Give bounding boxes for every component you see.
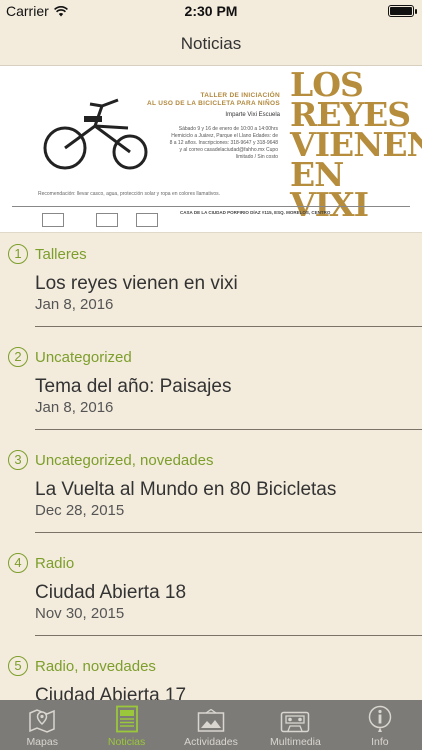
picture-icon bbox=[197, 709, 225, 732]
newspaper-icon bbox=[115, 705, 138, 733]
tab-label: Actividades bbox=[184, 736, 238, 748]
banner-headline: TALLER DE INICIACIÓN AL USO DE LA BICICL… bbox=[130, 92, 280, 108]
sponsor-logo bbox=[136, 213, 158, 227]
banner-details: Sábado 9 y 16 de enero de 10:00 a 14:00h… bbox=[169, 126, 278, 160]
item-title: Ciudad Abierta 18 bbox=[35, 582, 187, 603]
banner-headline-2: AL USO DE LA BICICLETA PARA NIÑOS bbox=[146, 100, 280, 107]
item-title: La Vuelta al Mundo en 80 Bicicletas bbox=[35, 479, 337, 500]
divider bbox=[35, 532, 422, 533]
item-title: Ciudad Abierta 17 bbox=[35, 685, 187, 700]
tab-actividades[interactable]: Actividades bbox=[169, 700, 253, 750]
item-category: Uncategorized, novedades bbox=[35, 452, 214, 469]
banner-address: CASA DE LA CIUDAD PORFIRIO DÍAZ #115, ES… bbox=[180, 210, 331, 215]
divider bbox=[35, 326, 422, 327]
status-bar: Carrier 2:30 PM bbox=[0, 0, 422, 22]
info-icon bbox=[368, 705, 392, 732]
tab-label: Multimedia bbox=[270, 736, 321, 748]
tab-mapas[interactable]: Mapas bbox=[0, 700, 84, 750]
banner-recommendation: Recomendación: llevar casco, agua, prote… bbox=[38, 191, 221, 197]
news-item[interactable]: 5 Radio, novedades Ciudad Abierta 17 bbox=[0, 645, 422, 700]
tab-label: Mapas bbox=[26, 736, 58, 748]
news-item[interactable]: 1 Talleres Los reyes vienen en vixi Jan … bbox=[0, 233, 422, 336]
item-date: Nov 30, 2015 bbox=[35, 605, 125, 622]
tab-label: Info bbox=[371, 736, 389, 748]
news-item[interactable]: 3 Uncategorized, novedades La Vuelta al … bbox=[0, 439, 422, 542]
tab-label: Noticias bbox=[107, 736, 146, 748]
item-category: Radio, novedades bbox=[35, 658, 156, 675]
featured-banner[interactable]: TALLER DE INICIACIÓN AL USO DE LA BICICL… bbox=[0, 66, 422, 233]
item-number-badge: 1 bbox=[8, 244, 28, 264]
page-title: Noticias bbox=[180, 33, 242, 53]
map-icon bbox=[29, 709, 55, 733]
battery-icon bbox=[388, 5, 417, 17]
item-title: Tema del año: Paisajes bbox=[35, 376, 232, 397]
item-date: Jan 8, 2016 bbox=[35, 296, 114, 313]
tab-bar: Mapas Noticias Actividades Multimedia In… bbox=[0, 700, 422, 750]
banner-big-title: Los reyes vienen en vixi bbox=[290, 66, 422, 224]
news-item[interactable]: 2 Uncategorized Tema del año: Paisajes J… bbox=[0, 336, 422, 439]
banner-headline-1: TALLER DE INICIACIÓN bbox=[200, 92, 280, 99]
banner-footer: CASA DE LA CIUDAD PORFIRIO DÍAZ #115, ES… bbox=[12, 206, 410, 230]
news-item[interactable]: 4 Radio Ciudad Abierta 18 Nov 30, 2015 bbox=[0, 542, 422, 645]
item-number-badge: 5 bbox=[8, 656, 28, 676]
sponsor-logo bbox=[96, 213, 118, 227]
item-category: Radio bbox=[35, 555, 75, 572]
item-date: Jan 8, 2016 bbox=[35, 399, 114, 416]
tab-multimedia[interactable]: Multimedia bbox=[253, 700, 337, 750]
divider bbox=[35, 429, 422, 430]
item-category: Uncategorized bbox=[35, 349, 132, 366]
item-number-badge: 2 bbox=[8, 347, 28, 367]
item-number-badge: 4 bbox=[8, 553, 28, 573]
divider bbox=[35, 635, 422, 636]
clock: 2:30 PM bbox=[184, 3, 238, 19]
tab-noticias[interactable]: Noticias bbox=[84, 700, 168, 750]
item-title: Los reyes vienen en vixi bbox=[35, 273, 238, 294]
sponsor-logo bbox=[42, 213, 64, 227]
tab-info[interactable]: Info bbox=[338, 700, 422, 750]
cassette-icon bbox=[281, 711, 310, 733]
banner-subtitle: Imparte Vixi Escuela bbox=[225, 112, 280, 118]
news-list[interactable]: 1 Talleres Los reyes vienen en vixi Jan … bbox=[0, 233, 422, 700]
item-date: Dec 28, 2015 bbox=[35, 502, 125, 519]
item-category: Talleres bbox=[35, 246, 87, 263]
nav-bar: Noticias bbox=[0, 22, 422, 66]
item-number-badge: 3 bbox=[8, 450, 28, 470]
